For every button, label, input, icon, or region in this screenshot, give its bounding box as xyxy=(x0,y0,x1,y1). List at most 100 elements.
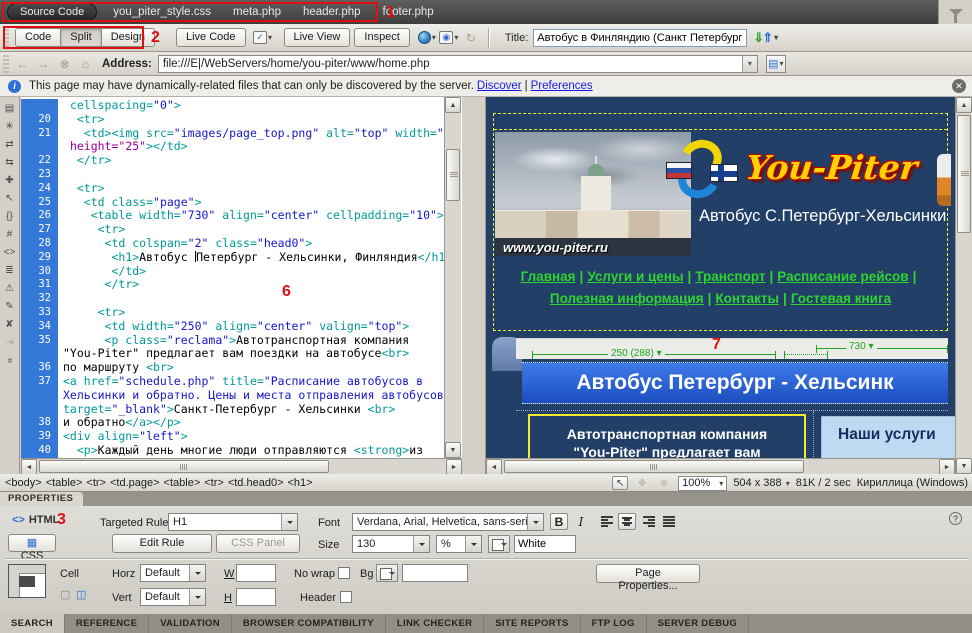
results-tab-link-checker[interactable]: LINK CHECKER xyxy=(386,614,484,633)
close-infobar-icon[interactable]: ✕ xyxy=(952,79,966,93)
tag-selector-item[interactable]: <table> xyxy=(46,477,83,489)
code-view[interactable]: cellspacing="0">20 <tr>21 <td><img src="… xyxy=(21,97,462,474)
collapse-full-tag-icon[interactable]: ⇄ xyxy=(2,139,18,150)
code-vertical-scrollbar[interactable]: ▲ ▼ xyxy=(444,97,461,458)
wrap-lines-icon[interactable]: ≣ xyxy=(2,265,18,276)
results-tab-ftp-log[interactable]: FTP LOG xyxy=(581,614,647,633)
header-checkbox[interactable] xyxy=(340,591,352,603)
edit-rule-button[interactable]: Edit Rule xyxy=(112,534,212,553)
html-mode-button[interactable]: <>HTML xyxy=(12,514,59,526)
results-tab-search[interactable]: SEARCH xyxy=(0,614,65,633)
inspect-button[interactable]: Inspect xyxy=(354,28,409,47)
warning-icon[interactable]: ⚠ xyxy=(2,283,18,294)
align-right-icon[interactable] xyxy=(640,513,658,530)
split-divider[interactable] xyxy=(462,97,486,474)
results-tab-reference[interactable]: REFERENCE xyxy=(65,614,149,633)
magnification-select[interactable]: 100%▾ xyxy=(678,476,727,491)
scroll-right-icon[interactable]: ► xyxy=(446,459,462,474)
toolbar-grip[interactable] xyxy=(3,29,9,47)
results-tab-site-reports[interactable]: SITE REPORTS xyxy=(484,614,580,633)
tag-selector-item[interactable]: <tr> xyxy=(86,477,106,489)
code-hscroll-thumb[interactable] xyxy=(39,460,329,473)
text-color-swatch[interactable] xyxy=(488,535,510,553)
width-730-label[interactable]: 730 ▾ xyxy=(846,341,877,352)
expand-all-icon[interactable]: ✚ xyxy=(2,175,18,186)
remove-comment-icon[interactable]: ✘ xyxy=(2,319,18,330)
tag-selector-item[interactable]: <td.page> xyxy=(110,477,160,489)
scroll-right-icon[interactable]: ► xyxy=(939,459,955,474)
design-menu-link[interactable]: Транспорт xyxy=(695,269,765,284)
file-transfer-icon[interactable]: ⇓⇑▾ xyxy=(753,30,778,46)
bg-color-swatch[interactable] xyxy=(376,564,398,582)
address-input[interactable]: file:///E|/WebServers/home/you-piter/www… xyxy=(158,55,758,73)
design-horizontal-scrollbar[interactable]: ◄ ► xyxy=(486,458,955,474)
design-menu-link[interactable]: Контакты xyxy=(715,291,779,306)
css-mode-button[interactable]: ▦ CSS xyxy=(8,534,56,552)
targeted-rule-select[interactable]: H1 xyxy=(168,513,298,531)
discover-link[interactable]: Discover xyxy=(477,80,522,92)
check-browser-compatibility-icon[interactable]: ◉▾ xyxy=(438,28,460,47)
code-vscroll-thumb[interactable] xyxy=(446,149,460,201)
page-h1-banner[interactable]: Автобус Петербург - Хельсинк xyxy=(522,362,948,404)
balance-braces-icon[interactable]: {} xyxy=(2,211,18,222)
design-menu-link[interactable]: Услуги и цены xyxy=(587,269,683,284)
code-navigator-icon[interactable]: ✳ xyxy=(2,121,18,132)
apply-comment-icon[interactable]: ✎ xyxy=(2,301,18,312)
highlight-invalid-code-icon[interactable]: <> xyxy=(2,247,18,258)
related-file-tab[interactable]: header.php xyxy=(303,6,361,18)
horz-select[interactable]: Default xyxy=(140,564,206,582)
design-hscroll-thumb[interactable] xyxy=(504,460,804,473)
related-file-tab[interactable]: you_piter_style.css xyxy=(113,6,211,18)
design-vscroll-thumb[interactable] xyxy=(957,115,971,233)
tag-selector-item[interactable]: <td.head0> xyxy=(228,477,284,489)
select-parent-tag-icon[interactable]: ↖ xyxy=(2,193,18,204)
live-view-options-icon[interactable]: ✓▾ xyxy=(252,28,274,47)
css-panel-button[interactable]: CSS Panel xyxy=(216,534,300,553)
address-dropdown-icon[interactable]: ▾ xyxy=(742,56,757,72)
design-menu-link[interactable]: Гостевая книга xyxy=(791,291,891,306)
related-file-tab[interactable]: meta.php xyxy=(233,6,281,18)
open-documents-icon[interactable]: ▤ xyxy=(2,103,18,114)
scroll-left-icon[interactable]: ◄ xyxy=(21,459,37,474)
scroll-up-icon[interactable]: ▲ xyxy=(956,97,972,113)
tag-selector-item[interactable]: <table> xyxy=(164,477,201,489)
live-view-button[interactable]: Live View xyxy=(284,28,351,47)
bold-button[interactable]: B xyxy=(550,513,568,530)
related-file-tab[interactable]: footer.php xyxy=(383,6,434,18)
filter-related-files-button[interactable] xyxy=(938,0,972,24)
size-select[interactable]: 130 xyxy=(352,535,430,553)
live-code-button[interactable]: Live Code xyxy=(176,28,246,47)
merge-cells-icon[interactable]: ▢ xyxy=(60,588,70,601)
results-tab-server-debug[interactable]: SERVER DEBUG xyxy=(647,614,749,633)
cell-height-input[interactable] xyxy=(236,588,276,606)
font-select[interactable]: Verdana, Arial, Helvetica, sans-serif xyxy=(352,513,544,531)
properties-tab[interactable]: PROPERTIES xyxy=(0,492,83,506)
source-code-tab[interactable]: Source Code xyxy=(7,3,97,21)
page-properties-button[interactable]: Page Properties... xyxy=(596,564,700,583)
preview-in-browser-icon[interactable]: ▾ xyxy=(416,28,438,47)
bg-color-input[interactable] xyxy=(402,564,468,582)
tag-selector-item[interactable]: <body> xyxy=(5,477,42,489)
width-250-label[interactable]: 250 (288) ▾ xyxy=(608,348,665,359)
collapse-selection-icon[interactable]: ⇆ xyxy=(2,157,18,168)
indent-icon[interactable]: ⇥ xyxy=(2,337,18,348)
pointer-tool-icon[interactable]: ↖ xyxy=(612,476,628,490)
size-unit-select[interactable]: % xyxy=(436,535,482,553)
tag-selector-item[interactable]: <h1> xyxy=(288,477,313,489)
results-tab-browser-compatibility[interactable]: BROWSER COMPATIBILITY xyxy=(232,614,386,633)
split-view-button[interactable]: Split xyxy=(60,28,101,47)
design-view-button[interactable]: Design xyxy=(101,28,155,47)
text-color-input[interactable] xyxy=(514,535,576,553)
view-options-icon[interactable]: ▤▾ xyxy=(766,55,786,73)
code-lines[interactable]: cellspacing="0">20 <tr>21 <td><img src="… xyxy=(21,99,444,458)
line-numbers-icon[interactable]: # xyxy=(2,229,18,240)
no-wrap-checkbox[interactable] xyxy=(338,567,350,579)
table-width-bar[interactable]: 730 ▾ 250 (288) ▾ xyxy=(516,338,948,359)
tag-selector-item[interactable]: <tr> xyxy=(204,477,224,489)
window-size-select[interactable]: 504 x 388 ▾ xyxy=(733,477,789,489)
scroll-down-icon[interactable]: ▼ xyxy=(956,458,972,474)
code-view-button[interactable]: Code xyxy=(15,28,61,47)
scroll-down-icon[interactable]: ▼ xyxy=(445,442,461,458)
scroll-up-icon[interactable]: ▲ xyxy=(445,97,461,113)
page-table-outline[interactable]: www.you-piter.ru You-Piter Автобус С.Пет… xyxy=(493,113,948,331)
